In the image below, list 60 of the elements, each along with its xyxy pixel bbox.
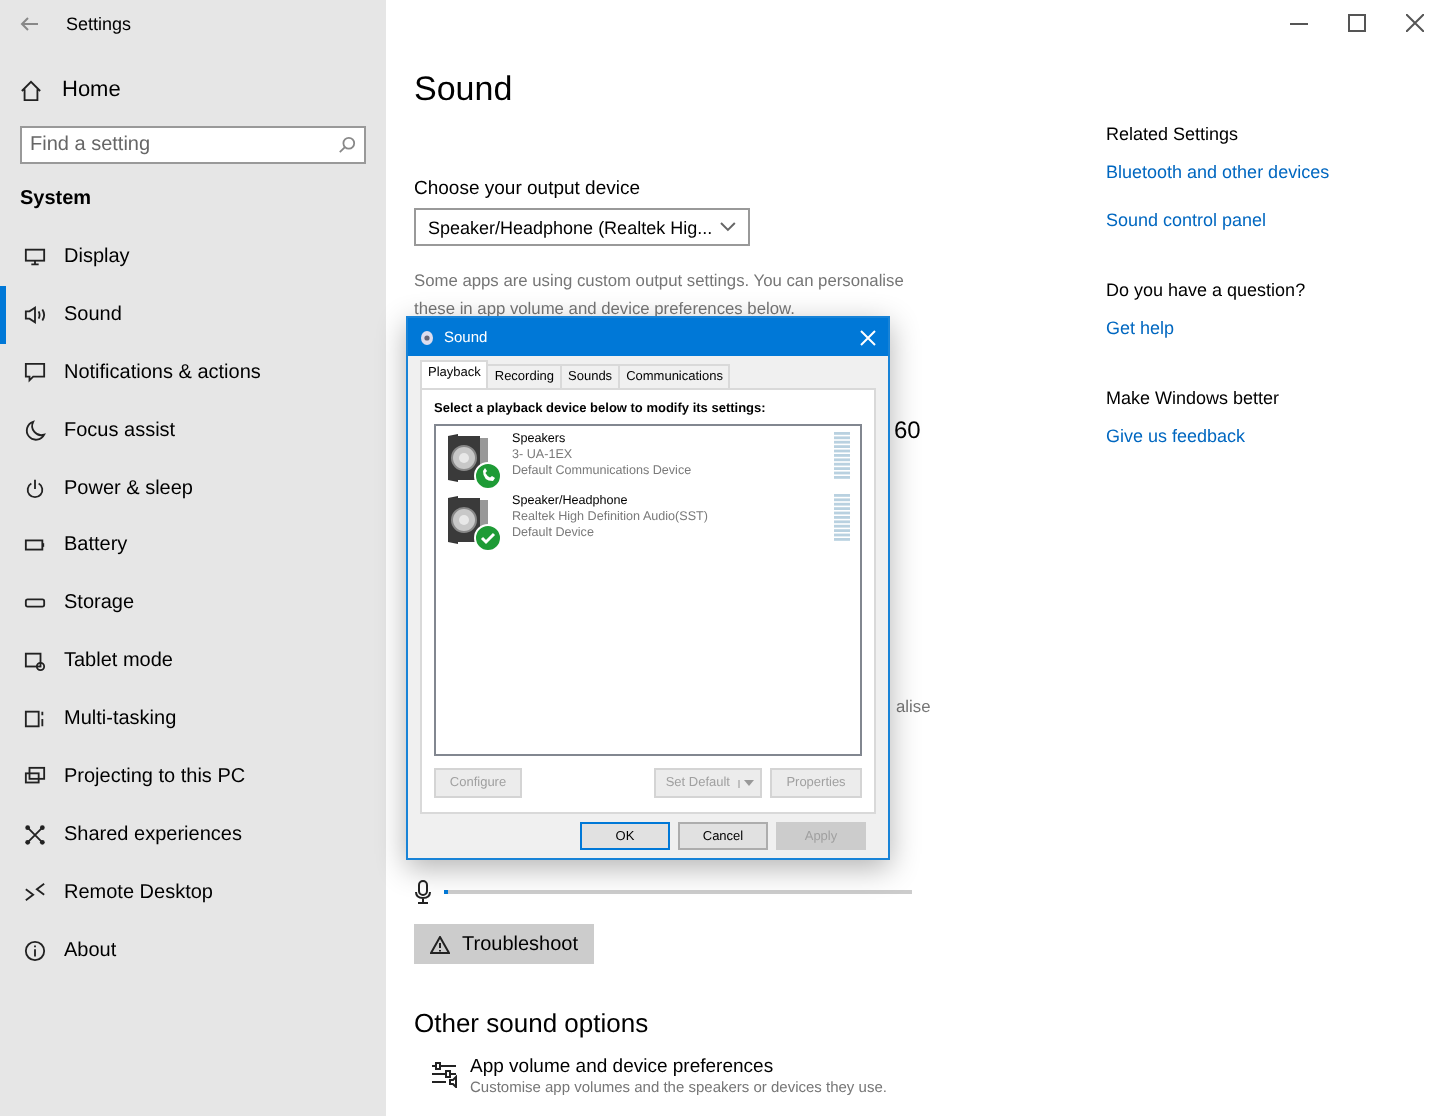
section-heading: System [20,188,94,210]
sidebar-item[interactable]: Shared experiences [0,805,386,864]
speaker-icon [420,329,434,345]
back-icon[interactable] [20,16,40,32]
output-device-dropdown[interactable]: Speaker/Headphone (Realtek Hig... [414,208,750,246]
moon-icon [24,419,46,442]
info-icon [24,939,46,962]
partial-text: alise [896,696,931,716]
info-text: Some apps are using custom output settings. You can personalise these in app volume and device preferences below. [414,268,906,322]
sidebar-item[interactable]: Power & sleep [0,459,386,517]
volume-meter-icon [834,432,850,480]
sidebar-item[interactable]: About [0,921,386,980]
group-heading: Make Windows better [1106,388,1282,408]
speaker-device-icon [444,494,502,552]
window-title: Settings [66,14,132,34]
message-icon [24,361,46,384]
sidebar-item[interactable]: Notifications & actions [0,343,386,402]
sidebar-item[interactable]: Multi-tasking [0,690,386,749]
display-icon [24,245,46,268]
setting-link[interactable]: App volume and device preferences [470,1056,887,1078]
home-icon [20,79,42,101]
sliders-icon [430,1060,458,1088]
link[interactable]: Bluetooth and other devices [1106,162,1330,182]
link[interactable]: Give us feedback [1106,426,1330,446]
projector-icon [24,765,46,788]
volume-meter-icon [834,494,850,542]
multitask-icon [24,708,46,731]
home-link[interactable]: Home [62,78,121,102]
microphone-icon [414,880,432,904]
maximize-icon[interactable] [1348,13,1366,31]
speaker-icon [24,303,46,326]
close-icon[interactable] [1406,13,1424,31]
field-label: Choose your output device [414,178,643,200]
power-icon [24,477,46,499]
speaker-device-icon [444,432,502,490]
remote-icon [24,881,46,904]
chevron-down-icon [720,222,736,232]
dropdown-arrow-icon [738,779,754,787]
group-heading: Related Settings [1106,124,1241,144]
partial-text: 60 [894,416,921,444]
page-title: Sound [414,70,515,110]
sidebar-item[interactable]: Tablet mode [0,632,386,691]
sidebar-item[interactable]: Remote Desktop [0,863,386,922]
sidebar-item[interactable]: Battery [0,516,386,575]
link[interactable]: Get help [1106,318,1330,338]
warning-icon [430,935,450,953]
section-heading: Other sound options [414,1008,651,1038]
group-heading: Do you have a question? [1106,280,1308,300]
sidebar-item[interactable]: Sound [0,285,386,344]
sidebar-item[interactable]: Focus assist [0,401,386,460]
sidebar-item[interactable]: Storage [0,574,386,633]
sidebar-item[interactable]: Display [0,228,386,286]
link[interactable]: Sound control panel [1106,210,1330,230]
search-icon [338,136,356,154]
troubleshoot-button[interactable]: Troubleshoot [414,924,594,964]
sidebar-item[interactable]: Projecting to this PC [0,748,386,806]
search-field[interactable]: Find a setting [20,126,366,164]
shared-icon [24,823,46,846]
battery-icon [24,534,46,557]
tablet-icon [24,650,46,673]
